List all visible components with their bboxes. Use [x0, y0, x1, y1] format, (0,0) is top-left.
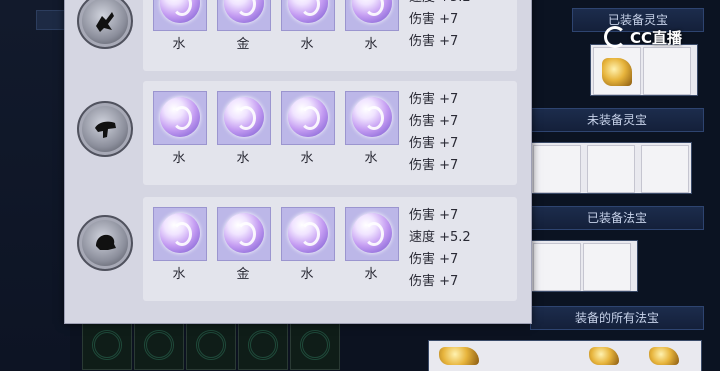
stat-line: 伤害 +7 — [409, 34, 459, 49]
lingbao-card: 水 金 水 水 伤害 +7 速度 +5.2 伤害 +7 伤害 +7 — [143, 197, 517, 301]
lingbao-gem-slot[interactable] — [281, 207, 335, 261]
gold-item-icon — [602, 58, 632, 86]
background-item-grid — [82, 320, 340, 370]
stat-line: 伤害 +7 — [409, 136, 459, 151]
ornament-icon — [144, 330, 174, 360]
lingbao-card: 水 金 水 水 速度 +5.2 伤害 +7 伤害 +7 — [143, 0, 517, 71]
element-label: 水 — [300, 151, 314, 166]
element-label: 水 — [300, 37, 314, 52]
character-silhouette-icon — [96, 234, 116, 250]
lingbao-gem-slot[interactable] — [345, 207, 399, 261]
stat-list: 伤害 +7 速度 +5.2 伤害 +7 伤害 +7 — [409, 205, 509, 293]
gold-item-icon — [649, 347, 679, 365]
lingbao-gem-slot[interactable] — [217, 91, 271, 145]
stat-line: 伤害 +7 — [409, 252, 459, 267]
character-avatar[interactable] — [77, 0, 133, 49]
lingbao-slot[interactable] — [641, 145, 689, 193]
element-label: 水 — [364, 151, 378, 166]
element-label: 水 — [172, 267, 186, 282]
lingbao-gem-slot[interactable] — [345, 0, 399, 31]
equipped-fabao-row — [530, 240, 638, 292]
stat-list: 伤害 +7 伤害 +7 伤害 +7 伤害 +7 — [409, 89, 509, 177]
character-row-1: 水 金 水 水 速度 +5.2 伤害 +7 伤害 +7 — [65, 0, 531, 73]
lingbao-slot[interactable] — [587, 145, 635, 193]
cc-live-logo: CC直播 — [604, 26, 682, 48]
element-label: 水 — [364, 37, 378, 52]
stat-line: 伤害 +7 — [409, 274, 459, 289]
grid-slot[interactable] — [82, 320, 132, 370]
gold-item-icon — [589, 347, 619, 365]
ornament-icon — [92, 330, 122, 360]
ornament-icon — [300, 330, 330, 360]
equipped-lingbao-row — [590, 44, 698, 96]
equipped-fabao-header: 已装备法宝 — [530, 206, 704, 230]
element-label: 金 — [236, 267, 250, 282]
cc-logo-icon — [604, 26, 626, 48]
lingbao-gem-slot[interactable] — [281, 0, 335, 31]
stat-line: 伤害 +7 — [409, 114, 459, 129]
lingbao-gem-slot[interactable] — [217, 207, 271, 261]
element-label: 水 — [236, 151, 250, 166]
character-silhouette-icon — [96, 12, 114, 32]
unequipped-lingbao-header: 未装备灵宝 — [530, 108, 704, 132]
element-label: 金 — [236, 37, 250, 52]
lingbao-slot[interactable] — [643, 47, 691, 95]
background-left-panel — [0, 0, 70, 370]
character-avatar[interactable] — [77, 215, 133, 271]
stat-list: 速度 +5.2 伤害 +7 伤害 +7 — [409, 0, 509, 53]
stat-line: 伤害 +7 — [409, 208, 459, 223]
lingbao-slot[interactable] — [593, 47, 641, 95]
element-label: 水 — [364, 267, 378, 282]
lingbao-gem-slot[interactable] — [153, 207, 207, 261]
grid-slot[interactable] — [134, 320, 184, 370]
lingbao-gem-slot[interactable] — [281, 91, 335, 145]
grid-slot[interactable] — [290, 320, 340, 370]
lingbao-detail-popup: 水 金 水 水 速度 +5.2 伤害 +7 伤害 +7 水 水 水 水 — [64, 0, 532, 324]
grid-slot[interactable] — [238, 320, 288, 370]
stat-line: 伤害 +7 — [409, 92, 459, 107]
lingbao-gem-slot[interactable] — [153, 0, 207, 31]
gold-item-icon — [439, 347, 479, 365]
stat-line: 伤害 +7 — [409, 12, 459, 27]
ornament-icon — [248, 330, 278, 360]
stat-line: 速度 +5.2 — [409, 230, 471, 245]
unequipped-lingbao-row — [530, 142, 692, 194]
fabao-slot[interactable] — [583, 243, 631, 291]
character-silhouette-icon — [95, 121, 116, 138]
lingbao-slot[interactable] — [533, 145, 581, 193]
character-avatar[interactable] — [77, 101, 133, 157]
all-fabao-header: 装备的所有法宝 — [530, 306, 704, 330]
element-label: 水 — [172, 151, 186, 166]
element-label: 水 — [172, 37, 186, 52]
lingbao-card: 水 水 水 水 伤害 +7 伤害 +7 伤害 +7 伤害 +7 — [143, 81, 517, 185]
character-row-3: 水 金 水 水 伤害 +7 速度 +5.2 伤害 +7 伤害 +7 — [65, 197, 531, 305]
grid-slot[interactable] — [186, 320, 236, 370]
element-label: 水 — [300, 267, 314, 282]
all-fabao-row — [428, 340, 702, 371]
ornament-icon — [196, 330, 226, 360]
lingbao-gem-slot[interactable] — [345, 91, 399, 145]
fabao-slot[interactable] — [533, 243, 581, 291]
lingbao-gem-slot[interactable] — [153, 91, 207, 145]
character-row-2: 水 水 水 水 伤害 +7 伤害 +7 伤害 +7 伤害 +7 — [65, 81, 531, 189]
stat-line: 伤害 +7 — [409, 158, 459, 173]
stat-line: 速度 +5.2 — [409, 0, 509, 9]
lingbao-gem-slot[interactable] — [217, 0, 271, 31]
